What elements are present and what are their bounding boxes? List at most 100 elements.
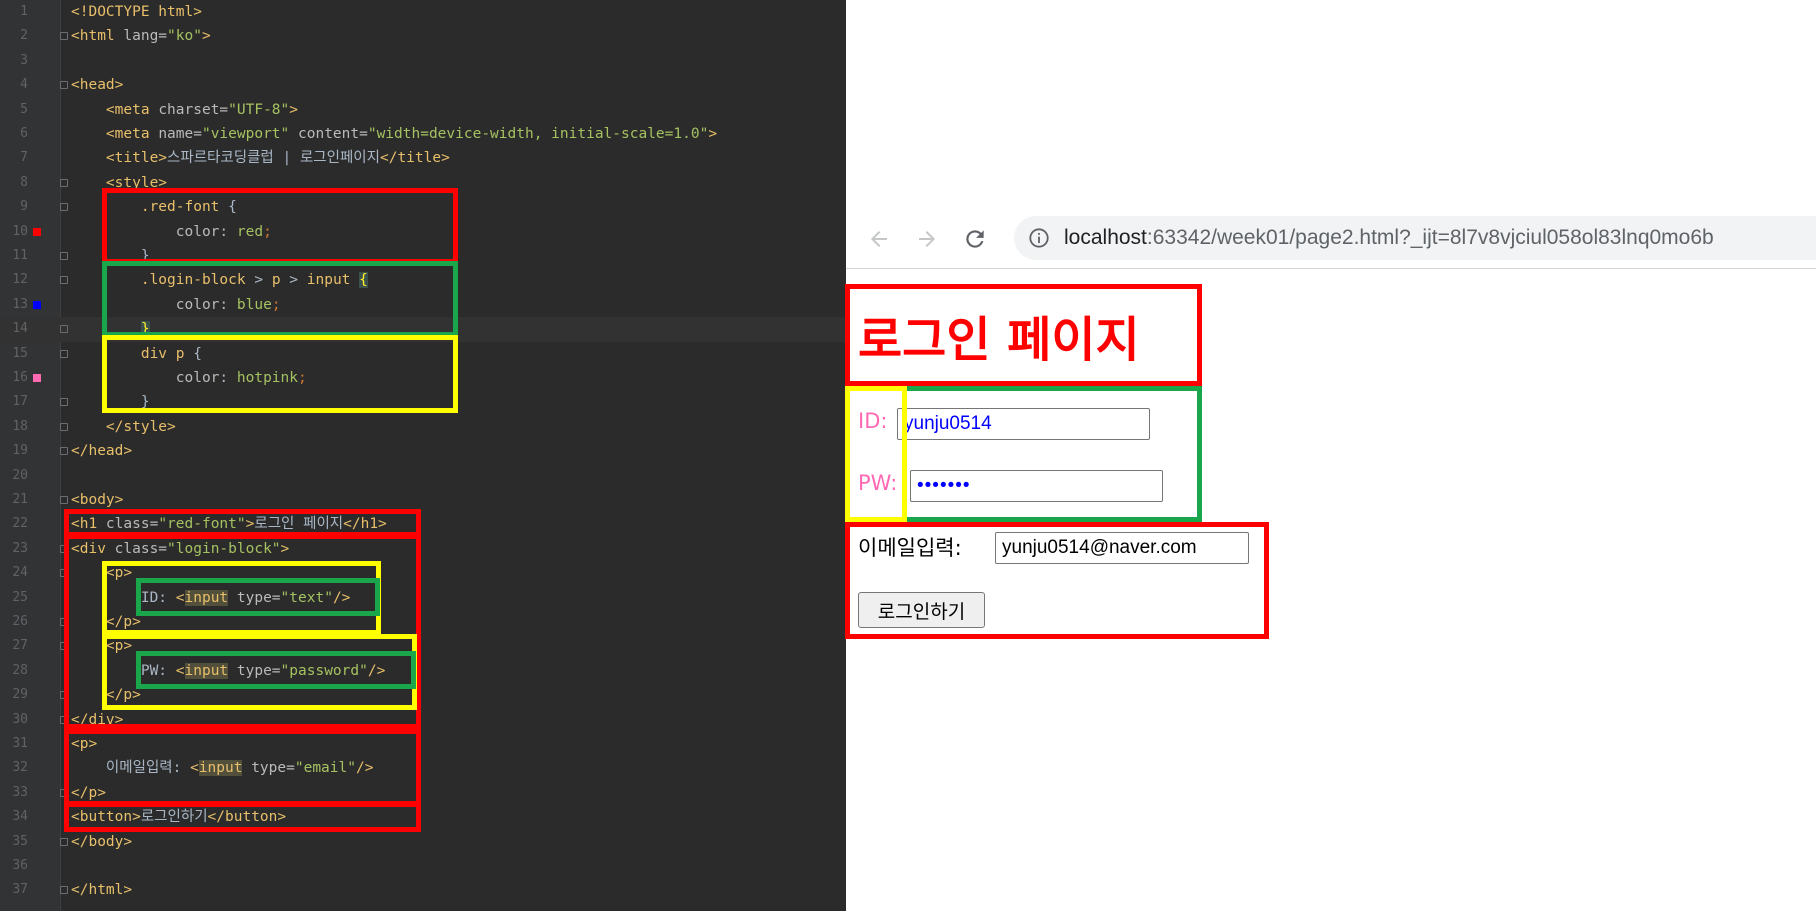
code-line[interactable]: 22 <h1 class="red-font">로그인 페이지</h1>: [0, 512, 846, 536]
fold-icon[interactable]: [60, 569, 68, 578]
code-line[interactable]: 29 </p>: [0, 683, 846, 707]
code-token: type=: [236, 589, 281, 606]
line-number: 28: [12, 662, 28, 678]
fold-icon[interactable]: [60, 496, 68, 504]
code-token: type=: [236, 662, 281, 679]
code-line[interactable]: 19 </head>: [0, 439, 846, 463]
fold-icon[interactable]: [60, 203, 68, 212]
forward-button[interactable]: [912, 224, 942, 254]
fold-icon[interactable]: [60, 544, 68, 553]
fold-icon[interactable]: [60, 715, 68, 724]
id-input[interactable]: [897, 408, 1150, 440]
code-line[interactable]: 10 color: red;: [0, 220, 846, 244]
code-line[interactable]: 27 <p>: [0, 634, 846, 658]
code-line[interactable]: 2 <html lang="ko">: [0, 24, 846, 48]
fold-icon[interactable]: [60, 618, 68, 626]
fold-icon[interactable]: [60, 252, 68, 260]
reload-button[interactable]: [960, 224, 990, 254]
code-line[interactable]: 20: [0, 464, 846, 488]
code-line[interactable]: 7 <title>스파르타코딩클럽 | 로그인페이지</title>: [0, 146, 846, 170]
code-line[interactable]: 25 ID: <input type="text"/>: [0, 586, 846, 610]
code-line[interactable]: 1 <!DOCTYPE html>: [0, 0, 846, 24]
url-text[interactable]: localhost:63342/week01/page2.html?_ijt=8…: [1064, 216, 1714, 260]
line-number: 26: [12, 614, 28, 629]
code-token: </p>: [71, 784, 106, 801]
fold-icon[interactable]: [60, 447, 68, 456]
code-line[interactable]: 30 </div>: [0, 708, 846, 732]
code-editor[interactable]: 1 <!DOCTYPE html> 2 <html lang="ko"> 3 4 <head…: [0, 0, 846, 911]
code-line[interactable]: 9 .red-font {: [0, 195, 846, 219]
color-preview-marker[interactable]: [33, 300, 41, 309]
code-token: color: [175, 370, 220, 386]
color-preview-marker[interactable]: [33, 227, 41, 236]
code-line[interactable]: 8 <style>: [0, 171, 846, 195]
fold-icon[interactable]: [60, 788, 68, 797]
color-preview-marker[interactable]: [33, 374, 41, 382]
code-token: lang=: [123, 28, 168, 45]
code-line[interactable]: 21 <body>: [0, 488, 846, 512]
login-button[interactable]: 로그인하기: [858, 592, 985, 628]
code-token: input: [198, 760, 243, 777]
code-token: </title>: [379, 150, 450, 167]
code-token: "text": [280, 589, 333, 606]
info-icon[interactable]: [1028, 227, 1050, 249]
code-token: {: [359, 272, 368, 289]
code-line[interactable]: 26 </p>: [0, 610, 846, 634]
fold-icon[interactable]: [60, 422, 68, 431]
code-line[interactable]: 18 </style>: [0, 415, 846, 439]
address-bar[interactable]: localhost:63342/week01/page2.html?_ijt=8…: [1014, 216, 1816, 260]
code-token: {: [193, 345, 202, 362]
line-number: 35: [12, 833, 28, 849]
fold-icon[interactable]: [60, 325, 68, 334]
code-line[interactable]: 12 .login-block > p > input {: [0, 268, 846, 292]
code-token: <meta: [105, 101, 159, 118]
fold-icon[interactable]: [60, 398, 68, 407]
code-token: <p>: [105, 565, 133, 582]
code-line[interactable]: 36: [0, 854, 846, 878]
code-line[interactable]: 4 <head>: [0, 73, 846, 97]
code-line[interactable]: 23 <div class="login-block">: [0, 537, 846, 561]
code-line[interactable]: 31 <p>: [0, 732, 846, 756]
email-input[interactable]: [995, 532, 1249, 564]
code-line[interactable]: 5 <meta charset="UTF-8">: [0, 98, 846, 122]
line-number: 36: [12, 858, 28, 873]
code-line[interactable]: 35 </body>: [0, 830, 846, 854]
code-line[interactable]: 3: [0, 49, 846, 73]
fold-icon[interactable]: [60, 178, 68, 187]
code-line[interactable]: 15 div p {: [0, 342, 846, 366]
code-text: }: [71, 317, 150, 341]
code-line[interactable]: 32 이메일입력: <input type="email"/>: [0, 756, 846, 780]
fold-icon[interactable]: [60, 349, 68, 358]
code-token: </body>: [71, 833, 133, 850]
code-line[interactable]: 24 <p>: [0, 561, 846, 585]
fold-icon[interactable]: [60, 276, 68, 285]
code-line[interactable]: 34 <button>로그인하기</button>: [0, 805, 846, 829]
code-line[interactable]: 37 </html>: [0, 878, 846, 902]
fold-icon[interactable]: [60, 81, 68, 90]
line-number: 18: [12, 418, 28, 434]
fold-icon[interactable]: [60, 691, 68, 700]
code-line[interactable]: 6 <meta name="viewport" content="width=d…: [0, 122, 846, 146]
code-line[interactable]: 17 }: [0, 390, 846, 414]
back-button[interactable]: [864, 224, 894, 254]
code-line[interactable]: 28 PW: <input type="password"/>: [0, 659, 846, 683]
code-line[interactable]: 13 color: blue;: [0, 293, 846, 317]
fold-icon[interactable]: [60, 886, 68, 895]
fold-icon[interactable]: [60, 642, 68, 651]
code-line[interactable]: 11 }: [0, 244, 846, 268]
url-host: localhost: [1064, 226, 1147, 249]
code-line[interactable]: 16 color: hotpink;: [0, 366, 846, 390]
browser-toolbar: localhost:63342/week01/page2.html?_ijt=8…: [846, 210, 1816, 269]
password-input[interactable]: [910, 470, 1163, 502]
code-text: color: hotpink;: [71, 366, 307, 390]
fold-icon[interactable]: [60, 837, 68, 846]
code-token: "UTF-8": [228, 101, 290, 118]
code-text: }: [71, 390, 150, 414]
code-line[interactable]: 33 </p>: [0, 781, 846, 805]
code-text: }: [71, 244, 150, 268]
code-token: red: [236, 223, 264, 240]
code-line[interactable]: 14 }: [0, 317, 846, 342]
fold-icon[interactable]: [60, 32, 68, 41]
